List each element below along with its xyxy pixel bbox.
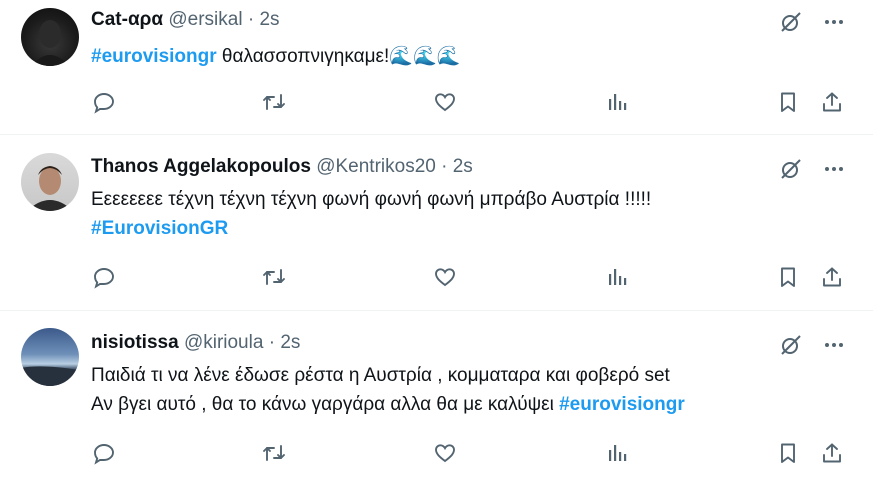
reply-icon[interactable] <box>91 440 117 466</box>
tweet-actions <box>0 440 873 466</box>
tweet-top-icons <box>779 333 845 357</box>
avatar[interactable] <box>21 8 79 66</box>
tweet-top-icons <box>779 10 845 34</box>
display-name[interactable]: Cat-αρα <box>91 9 163 30</box>
tweet-text: #eurovisiongr θαλασσοπνιγηκαμε!🌊🌊🌊 <box>91 42 460 71</box>
more-icon[interactable] <box>823 11 845 33</box>
grok-icon[interactable] <box>779 157 803 181</box>
tweet[interactable]: Cat-αρα @ersikal · 2s #eurovisiongr θαλα… <box>0 0 873 135</box>
display-name[interactable]: nisiotissa <box>91 332 179 353</box>
tweet-text-segment: θαλασσοπνιγηκαμε! <box>216 46 390 67</box>
tweet-text-line: Παιδιά τι να λένε έδωσε ρέστα η Αυστρία … <box>91 365 670 386</box>
reply-icon[interactable] <box>91 264 117 290</box>
bookmark-icon[interactable] <box>775 89 801 115</box>
bookmark-icon[interactable] <box>775 440 801 466</box>
separator-dot: · <box>247 9 255 30</box>
tweet-actions <box>0 264 873 290</box>
tweet-text-segment: Αν βγει αυτό , θα το κάνω γαργάρα αλλα θ… <box>91 394 560 415</box>
display-name[interactable]: Thanos Aggelakopoulos <box>91 156 311 177</box>
share-icon[interactable] <box>819 440 845 466</box>
tweet-header: Cat-αρα @ersikal · 2s <box>91 8 280 32</box>
timestamp[interactable]: 2s <box>280 332 300 353</box>
more-icon[interactable] <box>823 158 845 180</box>
like-icon[interactable] <box>432 89 458 115</box>
share-icon[interactable] <box>819 264 845 290</box>
tweet-top-icons <box>779 157 845 181</box>
avatar[interactable] <box>21 328 79 386</box>
timestamp[interactable]: 2s <box>453 156 473 177</box>
more-icon[interactable] <box>823 334 845 356</box>
hashtag-link[interactable]: #eurovisiongr <box>559 394 685 415</box>
separator-dot: · <box>268 332 276 353</box>
retweet-icon[interactable] <box>261 264 287 290</box>
share-icon[interactable] <box>819 89 845 115</box>
user-handle[interactable]: @Kentrikos20 <box>316 156 436 177</box>
tweet[interactable]: Thanos Aggelakopoulos @Kentrikos20 · 2s … <box>0 135 873 311</box>
reply-icon[interactable] <box>91 89 117 115</box>
timeline-feed: Cat-αρα @ersikal · 2s #eurovisiongr θαλα… <box>0 0 880 479</box>
wave-emoji: 🌊🌊🌊 <box>389 46 461 67</box>
tweet-header: Thanos Aggelakopoulos @Kentrikos20 · 2s <box>91 155 473 179</box>
tweet-text: Παιδιά τι να λένε έδωσε ρέστα η Αυστρία … <box>91 361 685 419</box>
views-icon[interactable] <box>604 264 630 290</box>
tweet-text-line: Εεεεεεεε τέχνη τέχνη τέχνη φωνή φωνή φων… <box>91 189 652 210</box>
separator-dot: · <box>441 156 448 177</box>
grok-icon[interactable] <box>779 10 803 34</box>
avatar[interactable] <box>21 153 79 211</box>
grok-icon[interactable] <box>779 333 803 357</box>
timestamp[interactable]: 2s <box>259 9 279 30</box>
user-handle[interactable]: @kirioula <box>184 332 263 353</box>
like-icon[interactable] <box>432 440 458 466</box>
retweet-icon[interactable] <box>261 440 287 466</box>
hashtag-link[interactable]: #EurovisionGR <box>91 218 228 239</box>
user-handle[interactable]: @ersikal <box>168 9 242 30</box>
tweet-header: nisiotissa @kirioula · 2s <box>91 331 300 355</box>
bookmark-icon[interactable] <box>775 264 801 290</box>
tweet[interactable]: nisiotissa @kirioula · 2s Παιδιά τι να λ… <box>0 311 873 479</box>
tweet-text: Εεεεεεεε τέχνη τέχνη τέχνη φωνή φωνή φων… <box>91 185 651 243</box>
hashtag-link[interactable]: #eurovisiongr <box>91 46 217 67</box>
views-icon[interactable] <box>604 440 630 466</box>
retweet-icon[interactable] <box>261 89 287 115</box>
views-icon[interactable] <box>604 89 630 115</box>
tweet-actions <box>0 89 873 115</box>
like-icon[interactable] <box>432 264 458 290</box>
